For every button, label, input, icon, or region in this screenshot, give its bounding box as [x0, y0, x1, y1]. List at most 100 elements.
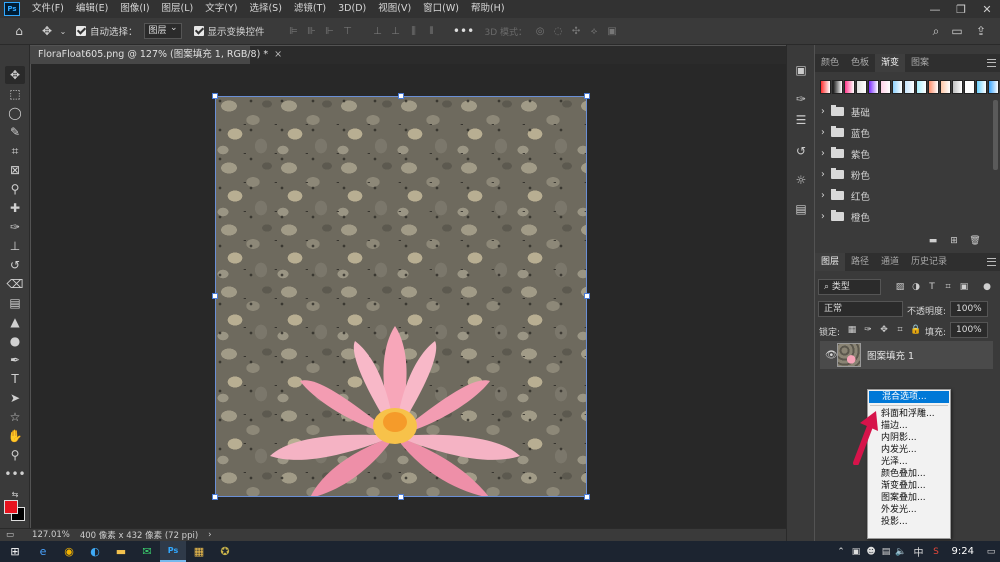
close-icon[interactable]: ✕	[974, 0, 1000, 18]
orbit-3d-icon[interactable]: ◎	[531, 22, 549, 40]
align-bottom-icon[interactable]: ⊥	[387, 22, 405, 40]
layer-row[interactable]: 👁 图案填充 1	[820, 341, 993, 369]
menu-select[interactable]: 选择(S)	[243, 0, 287, 18]
gradient-swatch[interactable]	[964, 80, 975, 94]
new-group-icon[interactable]: ▬	[927, 235, 939, 247]
crop-tool-icon[interactable]: ⌗	[5, 142, 25, 160]
gradient-swatch[interactable]	[832, 80, 843, 94]
document-tab[interactable]: FloraFloat605.png @ 127% (图案填充 1, RGB/8)…	[30, 46, 282, 64]
gradient-group-purple[interactable]: › 紫色	[821, 143, 991, 164]
chevron-right-icon[interactable]: ›	[208, 530, 211, 540]
gradient-swatch[interactable]	[916, 80, 927, 94]
tray-expand-icon[interactable]: ⌃	[834, 541, 849, 562]
tab-swatches[interactable]: 色板	[845, 54, 875, 72]
gradient-group-pink[interactable]: › 粉色	[821, 164, 991, 185]
gradient-scrollbar[interactable]	[993, 100, 998, 170]
menu-3d[interactable]: 3D(D)	[332, 0, 372, 18]
quick-select-icon[interactable]: ✎	[5, 123, 25, 141]
share-icon[interactable]: ⇪	[970, 20, 992, 42]
transform-handle-bl[interactable]	[212, 494, 218, 500]
close-tab-icon[interactable]: ×	[274, 49, 282, 60]
lock-transparent-icon[interactable]: ▦	[846, 324, 858, 336]
tray-volume-icon[interactable]: 🔈	[894, 541, 909, 562]
gradient-group-blue[interactable]: › 蓝色	[821, 122, 991, 143]
drag-3d-icon[interactable]: ✣	[567, 22, 585, 40]
search-icon[interactable]: ⌕	[925, 20, 947, 42]
transform-handle-br[interactable]	[584, 494, 590, 500]
gradient-swatch[interactable]	[952, 80, 963, 94]
menu-layer[interactable]: 图层(L)	[156, 0, 200, 18]
transform-handle-r[interactable]	[584, 293, 590, 299]
eye-icon[interactable]: 👁	[825, 350, 838, 361]
gradient-group-basic[interactable]: › 基础	[821, 101, 991, 122]
tray-app-icon[interactable]: ▣	[849, 541, 864, 562]
menu-outer-glow[interactable]: 外发光...	[868, 504, 950, 516]
more-tools-icon[interactable]: •••	[4, 465, 25, 483]
auto-select-checkbox[interactable]	[76, 26, 86, 36]
lasso-tool-icon[interactable]: ◯	[5, 104, 25, 122]
folder-app-icon[interactable]: ▦	[186, 541, 212, 562]
ime-indicator[interactable]: 中	[909, 541, 929, 562]
move-tool-icon[interactable]: ✥	[5, 66, 25, 84]
gradient-group-red[interactable]: › 红色	[821, 185, 991, 206]
learn-panel-icon[interactable]: ▣	[791, 61, 811, 79]
tool-app-icon[interactable]: ✪	[212, 541, 238, 562]
lock-all-icon[interactable]: 🔒	[910, 324, 922, 336]
libraries-panel-icon[interactable]: ▤	[791, 200, 811, 218]
maximize-icon[interactable]: ❐	[948, 0, 974, 18]
gradient-group-orange[interactable]: › 橙色	[821, 206, 991, 227]
tab-history[interactable]: 历史记录	[905, 253, 953, 271]
wechat-icon[interactable]: ✉	[134, 541, 160, 562]
tab-gradient[interactable]: 渐变	[875, 54, 906, 72]
menu-pattern-overlay[interactable]: 图案叠加...	[868, 492, 950, 504]
distribute-h-icon[interactable]: ⫴	[423, 22, 441, 40]
tab-pattern[interactable]: 图案	[905, 54, 935, 72]
frame-tool-icon[interactable]: ⊠	[5, 161, 25, 179]
lock-pixels-icon[interactable]: ✑	[862, 324, 874, 336]
tray-network-icon[interactable]: ▤	[879, 541, 894, 562]
filter-shape-icon[interactable]: ⌗	[942, 281, 954, 293]
tab-layers[interactable]: 图层	[815, 253, 846, 271]
lock-position-icon[interactable]: ✥	[878, 324, 890, 336]
transform-handle-b[interactable]	[398, 494, 404, 500]
menu-drop-shadow[interactable]: 投影...	[868, 516, 950, 528]
gradient-swatch[interactable]	[928, 80, 939, 94]
minimize-icon[interactable]: —	[922, 0, 948, 18]
home-icon[interactable]: ⌂	[8, 20, 30, 42]
screen-mode-icon[interactable]: ▭	[6, 530, 14, 540]
zoom-tool-icon[interactable]: ⚲	[5, 446, 25, 464]
file-explorer-icon[interactable]: ▬	[108, 541, 134, 562]
menu-view[interactable]: 视图(V)	[372, 0, 417, 18]
filter-type-icon[interactable]: T	[926, 281, 938, 293]
align-top-icon[interactable]: ⊤	[339, 22, 357, 40]
filter-smart-icon[interactable]: ▣	[958, 281, 970, 293]
history-brush-icon[interactable]: ↺	[5, 256, 25, 274]
type-tool-icon[interactable]: T	[5, 370, 25, 388]
gradient-swatch[interactable]	[868, 80, 879, 94]
healing-brush-icon[interactable]: ✚	[5, 199, 25, 217]
auto-select-dropdown[interactable]: 图层	[143, 21, 182, 39]
distribute-icon[interactable]: ⫼	[405, 22, 423, 40]
align-vcenter-icon[interactable]: ⊥	[369, 22, 387, 40]
menu-gradient-overlay[interactable]: 渐变叠加...	[868, 480, 950, 492]
marquee-tool-icon[interactable]: ⬚	[5, 85, 25, 103]
fill-input[interactable]: 100%	[950, 322, 988, 338]
transform-handle-tl[interactable]	[212, 93, 218, 99]
eyedropper-icon[interactable]: ⚲	[5, 180, 25, 198]
align-left-icon[interactable]: ⊫	[285, 22, 303, 40]
menu-help[interactable]: 帮助(H)	[465, 0, 511, 18]
menu-file[interactable]: 文件(F)	[26, 0, 70, 18]
menu-image[interactable]: 图像(I)	[114, 0, 155, 18]
ie-browser-icon[interactable]: e	[30, 541, 56, 562]
align-right-icon[interactable]: ⊩	[321, 22, 339, 40]
clone-stamp-icon[interactable]: ⊥	[5, 237, 25, 255]
chevron-down-icon[interactable]: ⌄	[58, 20, 68, 42]
opacity-input[interactable]: 100%	[950, 301, 988, 317]
filter-pixel-icon[interactable]: ▨	[894, 281, 906, 293]
gradient-swatch[interactable]	[844, 80, 855, 94]
adjust-panel-icon[interactable]: ☰	[791, 111, 811, 129]
transform-handle-tr[interactable]	[584, 93, 590, 99]
light-panel-icon[interactable]: ☼	[791, 171, 811, 189]
roll-3d-icon[interactable]: ◌	[549, 22, 567, 40]
history-panel-icon[interactable]: ↺	[791, 142, 811, 160]
